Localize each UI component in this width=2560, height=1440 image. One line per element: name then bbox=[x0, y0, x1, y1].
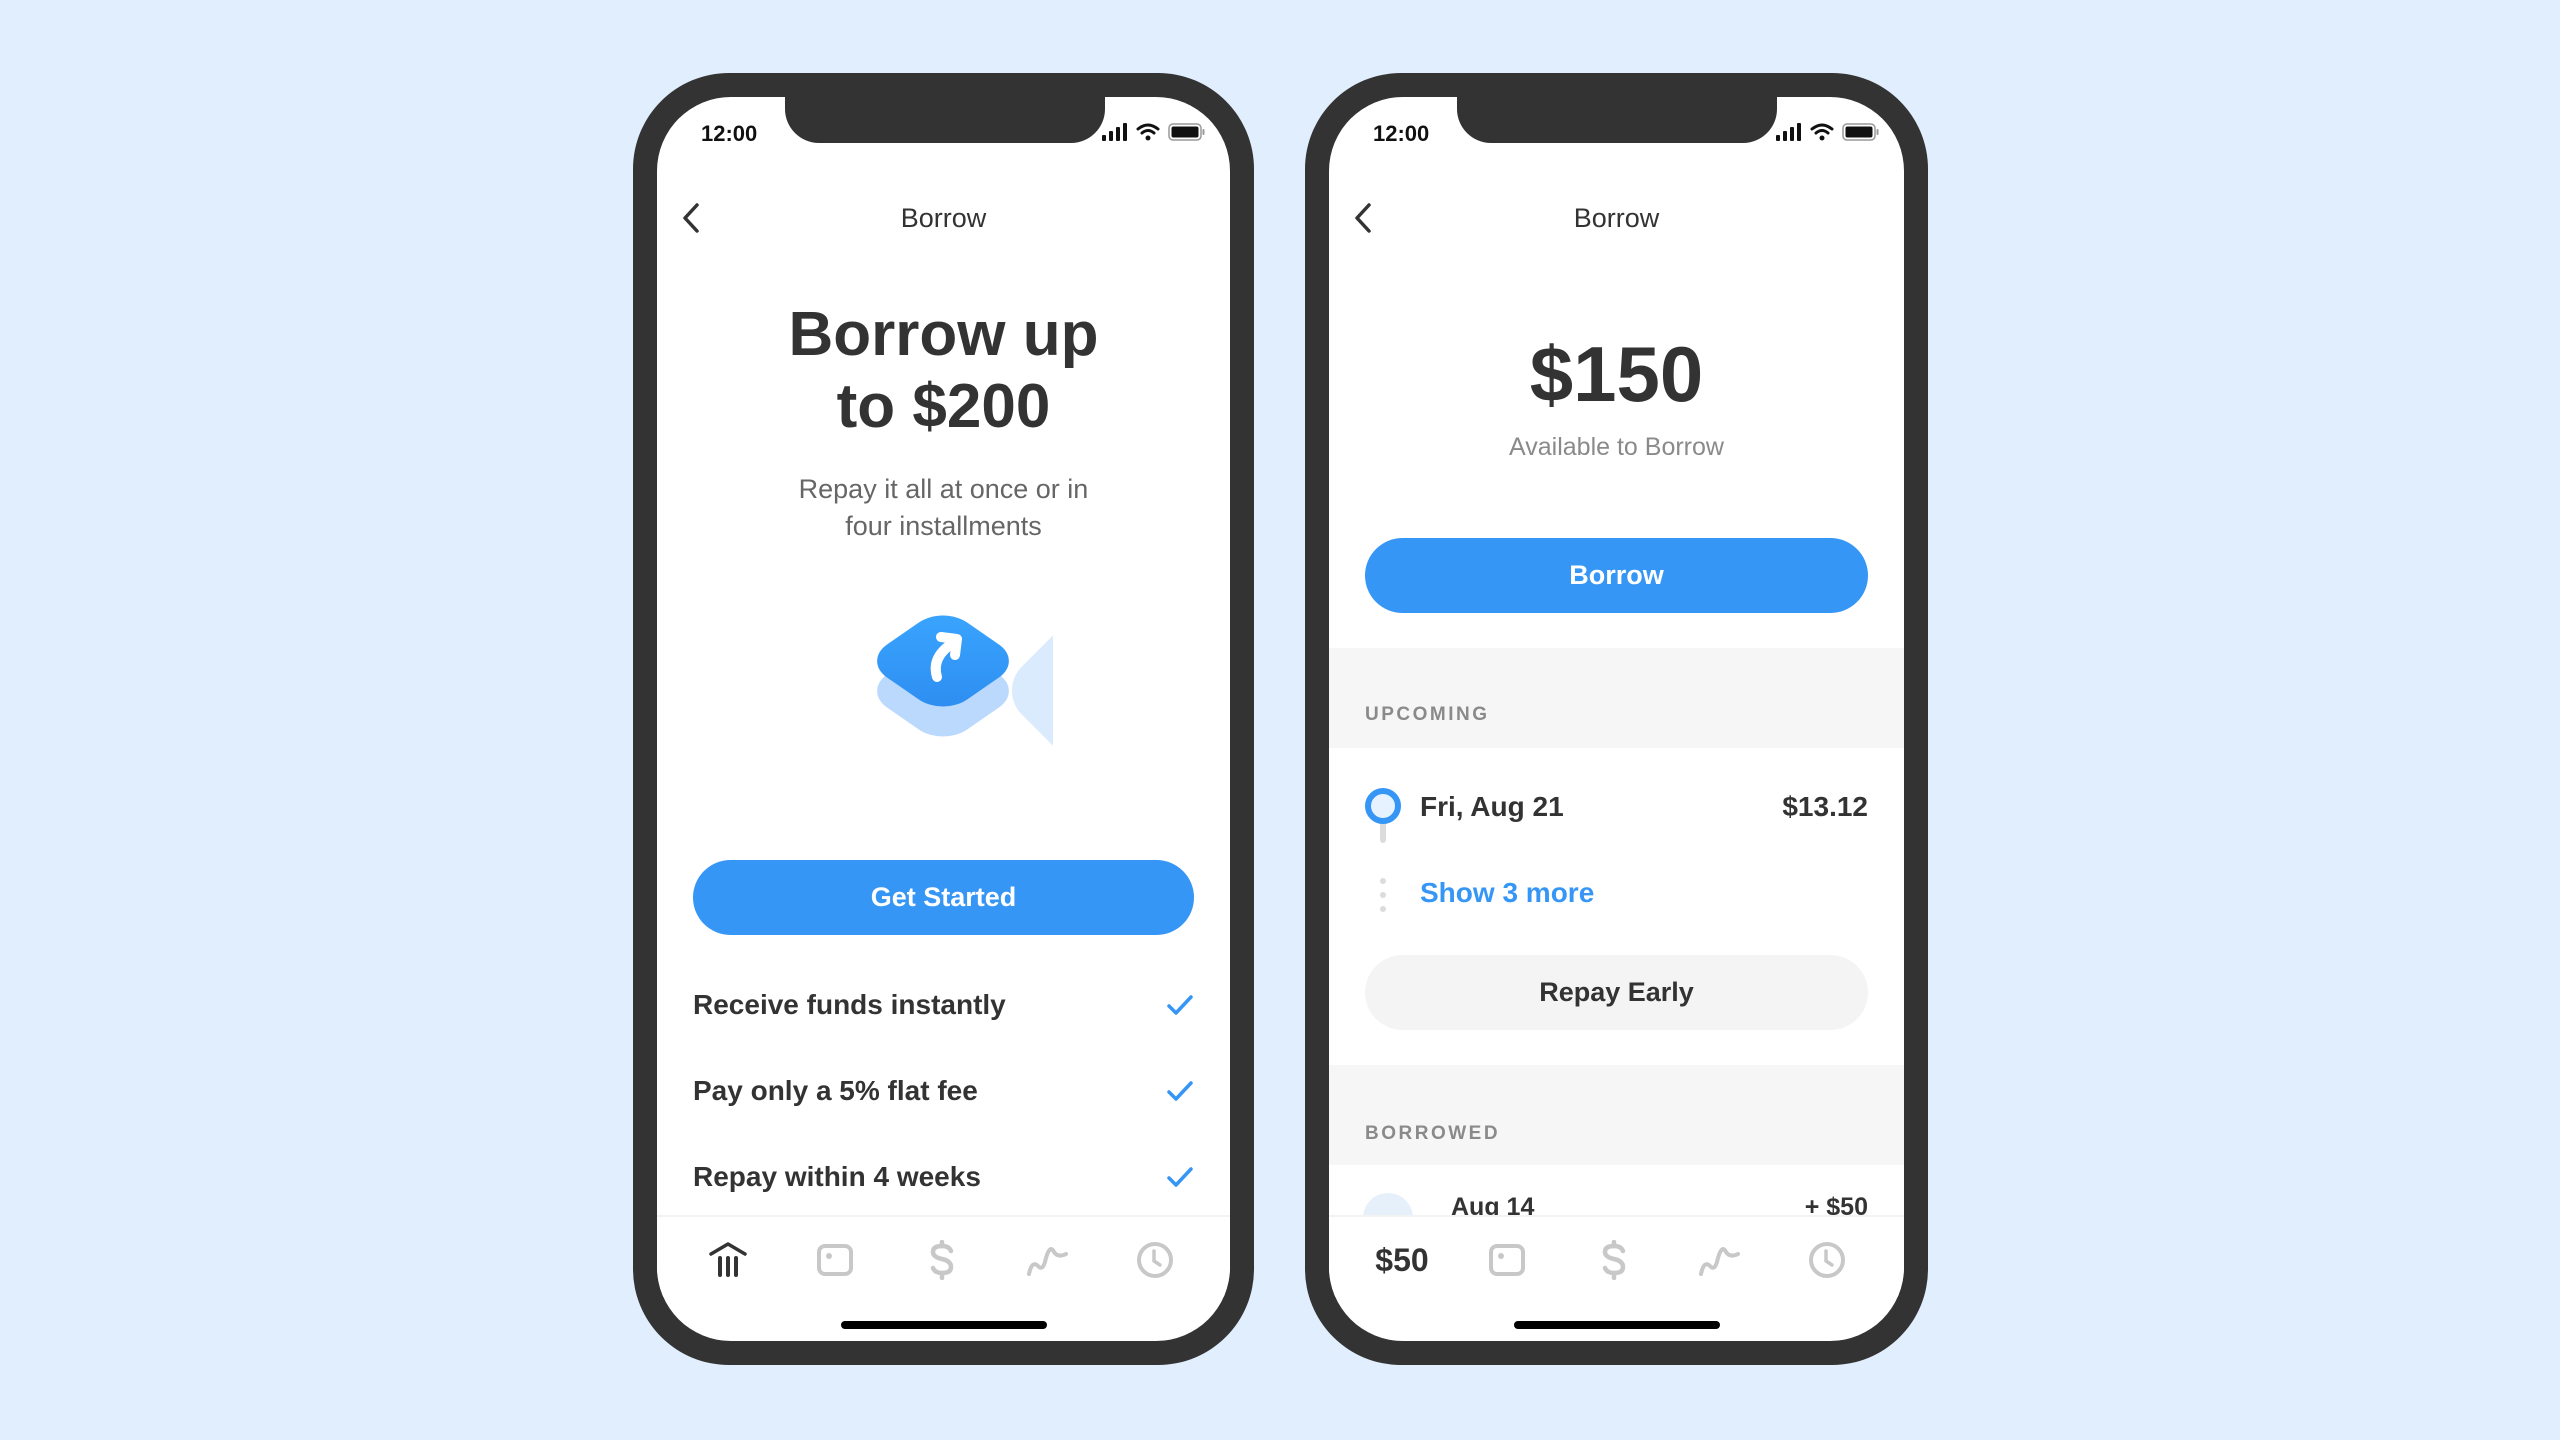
investing-icon bbox=[1027, 1247, 1068, 1276]
upcoming-amount: $13.12 bbox=[1782, 791, 1868, 822]
signal-icon bbox=[1776, 123, 1801, 141]
get-started-button[interactable]: Get Started bbox=[693, 860, 1194, 935]
borrow-button[interactable]: Borrow bbox=[1365, 538, 1868, 613]
upcoming-section-header: UPCOMING bbox=[1329, 648, 1904, 748]
clock-icon bbox=[1137, 1242, 1173, 1278]
upcoming-item[interactable]: Fri, Aug 21 $13.12 bbox=[1329, 787, 1904, 843]
feature-label: Receive funds instantly bbox=[693, 989, 1006, 1020]
headline-line-2: to $200 bbox=[836, 372, 1051, 441]
timeline-dot-icon bbox=[1365, 788, 1401, 843]
card-icon bbox=[817, 1244, 853, 1276]
tab-activity[interactable] bbox=[1130, 1235, 1180, 1285]
upcoming-date: Fri, Aug 21 bbox=[1420, 791, 1564, 822]
battery-icon bbox=[1842, 123, 1879, 141]
tab-card[interactable] bbox=[810, 1235, 860, 1285]
feature-row: Repay within 4 weeks bbox=[693, 1157, 1194, 1197]
screen-borrow-intro: 12:00 Borrow Borrow up to $200 Repay it … bbox=[657, 97, 1230, 1341]
nav-bar: Borrow bbox=[657, 193, 1230, 243]
available-caption: Available to Borrow bbox=[1509, 433, 1724, 461]
phone-right: 12:00 Borrow $150 Available to Borrow Bo… bbox=[1305, 73, 1928, 1365]
show-more-link[interactable]: Show 3 more bbox=[1420, 877, 1594, 909]
wifi-icon bbox=[1810, 123, 1834, 141]
tab-balance[interactable]: $50 bbox=[1357, 1235, 1447, 1285]
tab-bar bbox=[657, 1215, 1230, 1297]
tab-cash[interactable] bbox=[1589, 1235, 1639, 1285]
feature-row: Pay only a 5% flat fee bbox=[693, 1071, 1194, 1111]
subtitle-line-2: four installments bbox=[845, 511, 1042, 541]
tab-cash[interactable] bbox=[917, 1235, 967, 1285]
borrowed-section-header: BORROWED bbox=[1329, 1065, 1904, 1165]
tab-banking[interactable] bbox=[703, 1235, 753, 1285]
nav-bar: Borrow bbox=[1329, 193, 1904, 243]
section-label: UPCOMING bbox=[1365, 704, 1490, 725]
screen-borrow-dashboard: 12:00 Borrow $150 Available to Borrow Bo… bbox=[1329, 97, 1904, 1341]
bank-icon bbox=[709, 1242, 747, 1277]
phone-left: 12:00 Borrow Borrow up to $200 Repay it … bbox=[633, 73, 1254, 1365]
status-time: 12:00 bbox=[1373, 121, 1430, 146]
dollar-icon bbox=[1602, 1240, 1626, 1280]
battery-icon bbox=[1168, 123, 1205, 141]
signal-icon bbox=[1102, 123, 1127, 141]
subtitle: Repay it all at once or in four installm… bbox=[657, 471, 1230, 545]
notch bbox=[1457, 97, 1777, 143]
check-icon bbox=[1167, 1081, 1193, 1101]
clock-icon bbox=[1809, 1242, 1845, 1278]
headline-line-1: Borrow up bbox=[788, 300, 1099, 369]
headline: Borrow up to $200 bbox=[657, 299, 1230, 443]
card-icon bbox=[1489, 1244, 1525, 1276]
status-icons bbox=[1102, 123, 1206, 141]
investing-icon bbox=[1699, 1247, 1740, 1276]
timeline-more-dots-icon bbox=[1380, 878, 1386, 912]
check-icon bbox=[1167, 995, 1193, 1015]
wifi-icon bbox=[1136, 123, 1160, 141]
nav-title: Borrow bbox=[900, 203, 987, 233]
borrow-arrow-icon bbox=[877, 615, 1053, 759]
repay-early-button[interactable]: Repay Early bbox=[1365, 955, 1868, 1030]
tab-activity[interactable] bbox=[1802, 1235, 1852, 1285]
section-label: BORROWED bbox=[1365, 1123, 1501, 1144]
tab-bar: $50 bbox=[1329, 1215, 1904, 1297]
status-time: 12:00 bbox=[701, 121, 758, 146]
feature-label: Repay within 4 weeks bbox=[693, 1161, 981, 1192]
dollar-icon bbox=[930, 1240, 954, 1280]
nav-title: Borrow bbox=[1573, 203, 1660, 233]
tab-card[interactable] bbox=[1482, 1235, 1532, 1285]
status-icons bbox=[1776, 123, 1880, 141]
feature-label: Pay only a 5% flat fee bbox=[693, 1075, 978, 1106]
check-icon bbox=[1167, 1167, 1193, 1187]
available-amount: $150 bbox=[1529, 330, 1704, 418]
home-indicator[interactable] bbox=[1513, 1321, 1720, 1329]
tab-investing[interactable] bbox=[1023, 1235, 1073, 1285]
notch bbox=[785, 97, 1105, 143]
home-indicator[interactable] bbox=[840, 1321, 1047, 1329]
tab-investing[interactable] bbox=[1695, 1235, 1745, 1285]
subtitle-line-1: Repay it all at once or in bbox=[798, 474, 1089, 504]
feature-row: Receive funds instantly bbox=[693, 985, 1194, 1025]
